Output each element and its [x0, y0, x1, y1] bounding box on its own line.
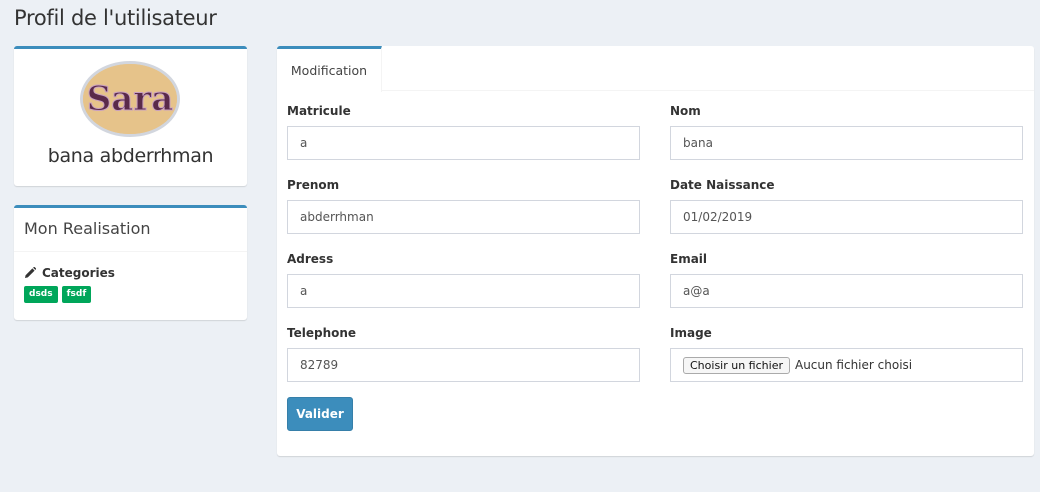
email-label: Email	[670, 252, 708, 266]
submit-button[interactable]: Valider	[287, 397, 353, 431]
category-tags: dsds fsdf	[24, 286, 92, 303]
profile-username: bana abderrhman	[47, 145, 214, 167]
pencil-icon	[25, 267, 36, 278]
nom-input[interactable]	[670, 126, 1023, 160]
categories-heading: Categories	[24, 266, 115, 280]
email-input[interactable]	[670, 274, 1023, 308]
file-status-text: Aucun fichier choisi	[794, 358, 913, 372]
date-naissance-label: Date Naissance	[670, 178, 775, 192]
divider	[14, 251, 247, 252]
tab-bar: Modification	[277, 46, 1034, 92]
profile-form-panel: Modification Matricule Nom Prenom Date N…	[277, 46, 1034, 456]
profile-box: Sara bana abderrhman	[14, 46, 247, 186]
prenom-label: Prenom	[287, 178, 340, 192]
realisation-title: Mon Realisation	[24, 219, 151, 238]
avatar-art-text: Sara	[87, 79, 174, 119]
nom-label: Nom	[670, 104, 701, 118]
telephone-input[interactable]	[287, 348, 640, 382]
telephone-label: Telephone	[287, 326, 357, 340]
matricule-input[interactable]	[287, 126, 640, 160]
date-naissance-input[interactable]	[670, 200, 1023, 234]
avatar: Sara	[80, 61, 180, 137]
adress-label: Adress	[287, 252, 334, 266]
page-title: Profil de l'utilisateur	[14, 6, 217, 30]
adress-input[interactable]	[287, 274, 640, 308]
image-label: Image	[670, 326, 712, 340]
matricule-label: Matricule	[287, 104, 351, 118]
category-tag: fsdf	[61, 286, 92, 303]
category-tag: dsds	[24, 286, 58, 303]
prenom-input[interactable]	[287, 200, 640, 234]
image-file-input: Choisir un fichier Aucun fichier choisi	[670, 348, 1023, 382]
realisation-box: Mon Realisation Categories dsds fsdf	[14, 205, 247, 320]
tab-modification[interactable]: Modification	[277, 46, 382, 92]
choose-file-button[interactable]: Choisir un fichier	[683, 356, 790, 374]
categories-label: Categories	[42, 266, 115, 280]
